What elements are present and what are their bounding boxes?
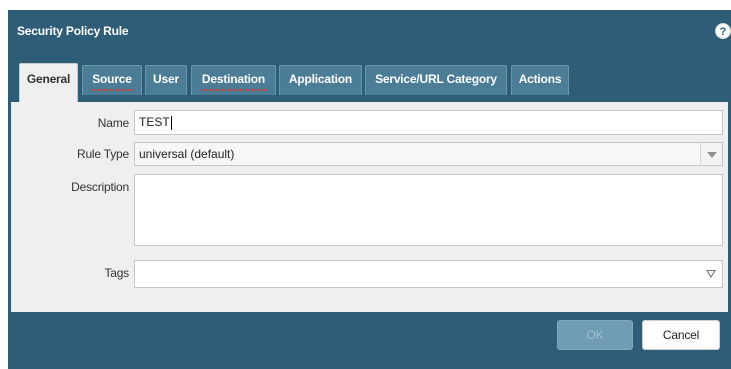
tab-user[interactable]: User (145, 65, 187, 95)
tab-label: Actions (518, 72, 562, 86)
tags-label: Tags (104, 266, 129, 280)
tab-application[interactable]: Application (279, 65, 362, 95)
chevron-down-icon[interactable] (700, 143, 722, 165)
cancel-button-label: Cancel (662, 328, 700, 342)
tab-actions[interactable]: Actions (511, 65, 569, 95)
description-label: Description (71, 180, 129, 194)
tab-label: Source (92, 72, 132, 86)
dropdown-triangle-icon[interactable] (706, 270, 716, 278)
tab-label: Application (288, 72, 353, 86)
cancel-button[interactable]: Cancel (642, 320, 720, 350)
dialog-titlebar: Security Policy Rule ? (8, 10, 731, 54)
tab-destination[interactable]: Destination (191, 65, 276, 95)
tab-label: User (153, 72, 179, 86)
tab-source[interactable]: Source (82, 65, 142, 95)
tab-label: Service/URL Category (375, 72, 497, 86)
help-icon[interactable]: ? (715, 23, 731, 39)
tab-service-url-category[interactable]: Service/URL Category (365, 65, 507, 95)
tab-general[interactable]: General (19, 63, 78, 102)
name-input[interactable]: TEST (134, 110, 723, 135)
general-tab-panel: Name TEST Rule Type universal (default) … (11, 102, 728, 312)
dialog-title: Security Policy Rule (17, 24, 129, 38)
rule-type-label: Rule Type (76, 147, 129, 161)
description-textarea[interactable] (134, 174, 723, 246)
text-caret (170, 115, 172, 130)
ok-button-label: OK (586, 328, 604, 342)
error-underline (200, 89, 267, 91)
ok-button[interactable]: OK (557, 320, 633, 350)
name-label: Name (97, 116, 129, 130)
tab-label: Destination (201, 72, 266, 86)
tab-label: General (26, 72, 71, 86)
error-underline (91, 89, 133, 91)
rule-type-value: universal (default) (139, 147, 235, 161)
tags-combobox[interactable] (134, 260, 723, 288)
name-value: TEST (139, 115, 170, 129)
rule-type-select[interactable]: universal (default) (134, 142, 723, 166)
security-policy-rule-dialog: Security Policy Rule ? General Source Us… (8, 10, 731, 369)
